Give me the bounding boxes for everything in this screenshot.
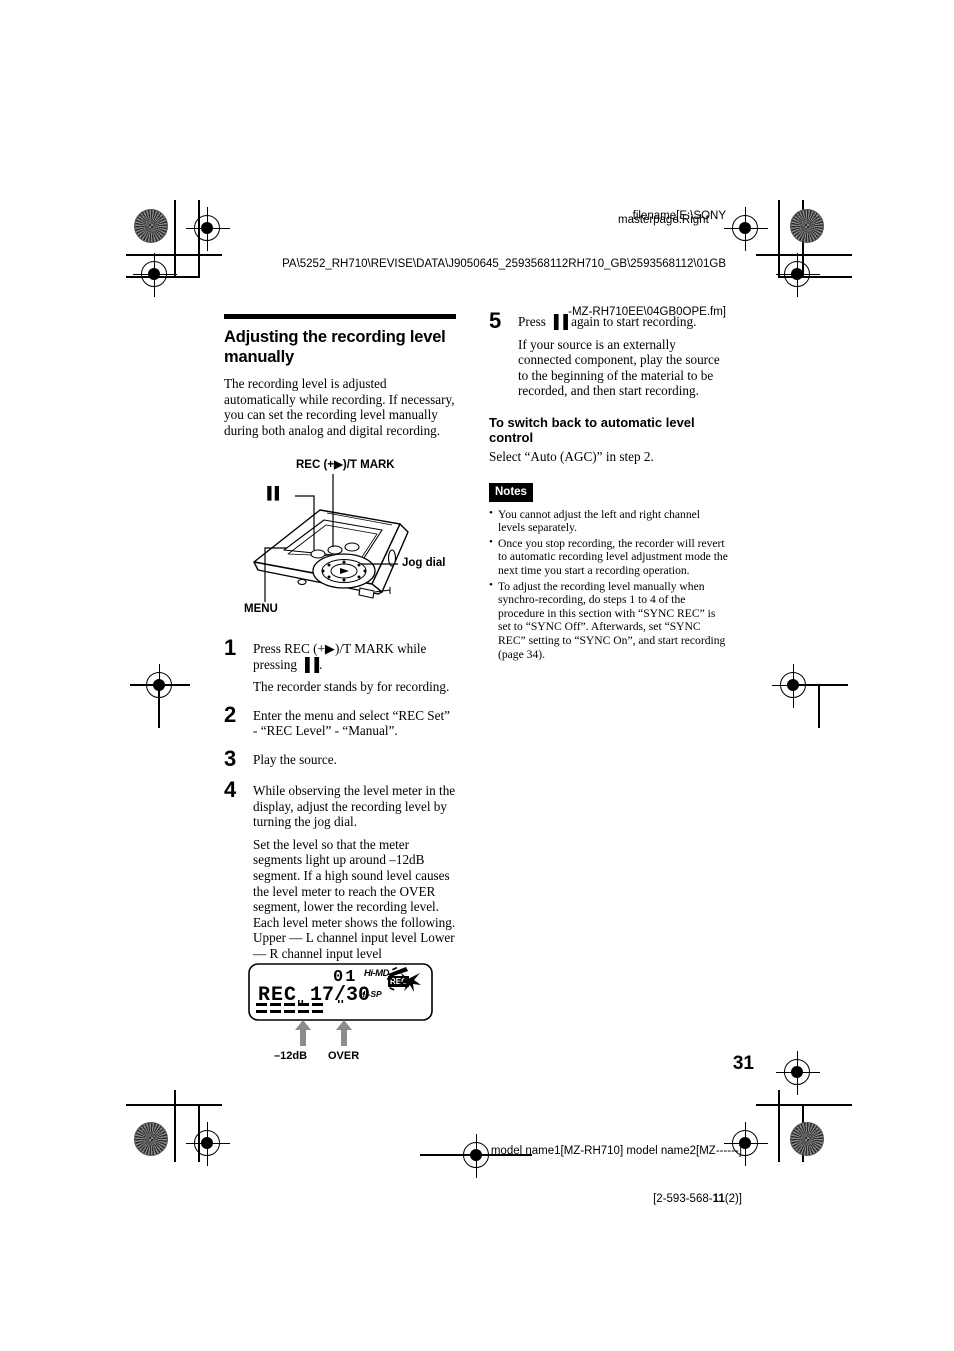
- crop-line: [756, 254, 852, 256]
- step-5: 5 Press ▐▐ again to start recording. If …: [489, 310, 729, 399]
- color-registration-dot: [790, 1122, 824, 1156]
- jog-dial-graphic: [312, 553, 376, 589]
- figure-md-recorder: REC (+▶)/T MARK ▐▐ Jog dial MENU: [232, 458, 456, 624]
- step-text: The recorder stands by for recording.: [253, 679, 450, 695]
- crop-line: [174, 200, 176, 278]
- color-registration-dot: [134, 1122, 168, 1156]
- callout-arrow-graphics: [295, 1020, 352, 1046]
- lcd-callout-arrows: –12dB OVER: [248, 1018, 433, 1062]
- crop-line: [778, 200, 780, 278]
- step-2: 2 Enter the menu and select “REC Set” - …: [224, 703, 456, 739]
- crop-line: [756, 1104, 852, 1106]
- registration-mark: [186, 207, 230, 251]
- left-column: Adjusting the recording level manually T…: [224, 314, 456, 438]
- note-item: You cannot adjust the left and right cha…: [489, 507, 729, 535]
- step-text: Play the source.: [253, 751, 337, 767]
- registration-mark: [776, 253, 820, 297]
- step-text: Enter the menu and select “REC Set” - “R…: [253, 707, 451, 739]
- subsection-body: Select “Auto (AGC)” in step 2.: [489, 448, 654, 464]
- step-number: 2: [224, 701, 237, 727]
- step-number: 4: [224, 776, 237, 802]
- job-footer-code: [2-593-568-11(2)]: [491, 1191, 742, 1207]
- label-jog-dial: Jog dial: [402, 557, 446, 569]
- step-text: While observing the level meter in the d…: [253, 782, 456, 830]
- step-number: 1: [224, 635, 237, 660]
- job-footer-model: model name1[MZ-RH710] model name2[MZ----…: [490, 1145, 742, 1157]
- label-rec-t-mark: REC (+▶)/T MARK: [296, 459, 395, 471]
- lcd-caption-minus12db: –12dB: [274, 1050, 308, 1062]
- registration-mark: [772, 664, 816, 708]
- crop-line: [818, 684, 820, 728]
- job-header-line2: PA\5252_RH710\REVISE\DATA\J9050645_25935…: [282, 258, 726, 270]
- figure-lcd-display: 01 REC 17/30 Hi-MD HI-SP REC: [248, 963, 433, 1023]
- label-menu-button: MENU: [244, 603, 278, 615]
- masterpage-label: masterpage:Right: [618, 214, 709, 226]
- step-number: 3: [224, 745, 237, 771]
- lcd-blink-burst-icon: [387, 966, 421, 992]
- steps-list-left: 1 Press REC (+▶)/T MARK while pressing ▐…: [224, 628, 456, 962]
- crop-line: [778, 1090, 780, 1162]
- color-registration-dot: [134, 209, 168, 243]
- job-footer-code-bold: 11: [712, 1193, 725, 1205]
- job-footer-code-suffix: (2)]: [724, 1193, 742, 1205]
- page-title: Adjusting the recording level manually: [224, 328, 446, 366]
- job-footer-code-prefix: [2-593-568-: [653, 1193, 713, 1205]
- crop-line: [174, 1090, 176, 1162]
- step-text: Set the level so that the meter segments…: [253, 836, 456, 961]
- lcd-segment-ticks: [298, 1000, 344, 1003]
- step-text: If your source is an externally connecte…: [518, 336, 720, 399]
- color-registration-dot: [790, 209, 824, 243]
- registration-mark: [133, 253, 177, 297]
- md-recorder-illustration: [253, 474, 409, 602]
- lcd-caption-over: OVER: [328, 1050, 360, 1062]
- registration-mark: [138, 664, 182, 708]
- lcd-level-meter-lower: [256, 1010, 323, 1013]
- registration-mark: [455, 1134, 499, 1178]
- page-number: 31: [732, 1053, 754, 1074]
- note-item: Once you stop recording, the recorder wi…: [489, 536, 729, 578]
- right-column: 5 Press ▐▐ again to start recording. If …: [489, 310, 729, 663]
- note-item: To adjust the recording level manually w…: [489, 579, 729, 662]
- step-text: Press REC (+▶)/T MARK while pressing ▐▐.: [253, 641, 427, 672]
- job-footer: model name1[MZ-RH710] model name2[MZ----…: [491, 1111, 742, 1223]
- step-3: 3 Play the source.: [224, 747, 456, 770]
- step-number: 5: [489, 308, 502, 333]
- step-4: 4 While observing the level meter in the…: [224, 778, 456, 962]
- registration-mark: [186, 1122, 230, 1166]
- intro-paragraph: The recording level is adjusted automati…: [224, 376, 455, 438]
- notes-list: You cannot adjust the left and right cha…: [489, 507, 729, 662]
- step-text: Press ▐▐ again to start recording.: [518, 314, 697, 329]
- step-1: 1 Press REC (+▶)/T MARK while pressing ▐…: [224, 637, 456, 695]
- registration-mark: [724, 207, 768, 251]
- job-header-filename: filename[E:\SONY PA\5252_RH710\REVISE\DA…: [282, 176, 726, 336]
- notes-badge: Notes: [489, 482, 533, 502]
- label-pause-button: ▐▐: [263, 486, 279, 500]
- subsection-title: To switch back to automatic level contro…: [489, 414, 695, 446]
- registration-mark: [776, 1051, 820, 1095]
